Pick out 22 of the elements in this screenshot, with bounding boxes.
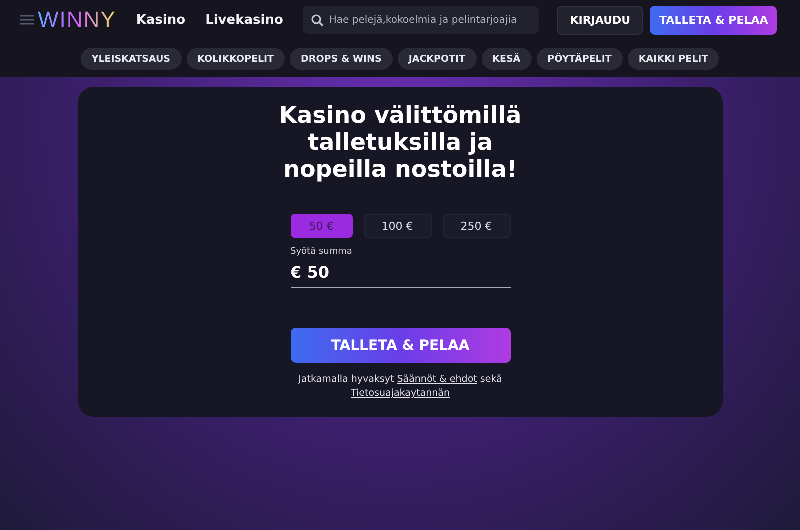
category-chip[interactable]: KOLIKKOPELIT — [186, 48, 286, 70]
category-chip[interactable]: PÖYTÄPELIT — [536, 48, 623, 70]
amount-option[interactable]: 100 € — [364, 214, 432, 238]
category-chip[interactable]: YLEISKATSAUS — [80, 48, 182, 70]
terms-link[interactable]: Säännöt & ehdot — [397, 374, 478, 385]
category-chip[interactable]: KAIKKI PELIT — [628, 48, 720, 70]
terms-text: Jatkamalla hyvaksyt Säännöt & ehdot sekä Tietosuajakaytannän — [297, 373, 504, 401]
menu-icon[interactable] — [20, 15, 34, 25]
category-chip[interactable]: KESÄ — [482, 48, 532, 70]
nav-link[interactable]: Kasino — [136, 12, 186, 28]
privacy-link[interactable]: Tietosuajakaytannän — [351, 388, 450, 399]
field-label: Syötä summa — [290, 247, 354, 257]
category-chip[interactable]: DROPS & WINS — [290, 48, 393, 70]
deposit-button[interactable]: TALLETA & PELAA — [650, 6, 778, 34]
nav-link[interactable]: Livekasino — [206, 12, 284, 28]
amount-input[interactable]: € 50 — [290, 257, 510, 288]
amount-option[interactable]: 250 € — [442, 214, 510, 238]
login-button[interactable]: KIRJAUDU — [557, 6, 644, 34]
search-field[interactable]: Hae pelejä,kokoelmia ja pelintarjoajia — [303, 6, 540, 34]
category-chip[interactable]: JACKPOTIT — [398, 48, 477, 70]
card-title: Kasino välittömillä talletuksilla ja nopeilla nostoilla! — [278, 103, 523, 184]
submit-button[interactable]: TALLETA & PELAA — [290, 328, 510, 363]
